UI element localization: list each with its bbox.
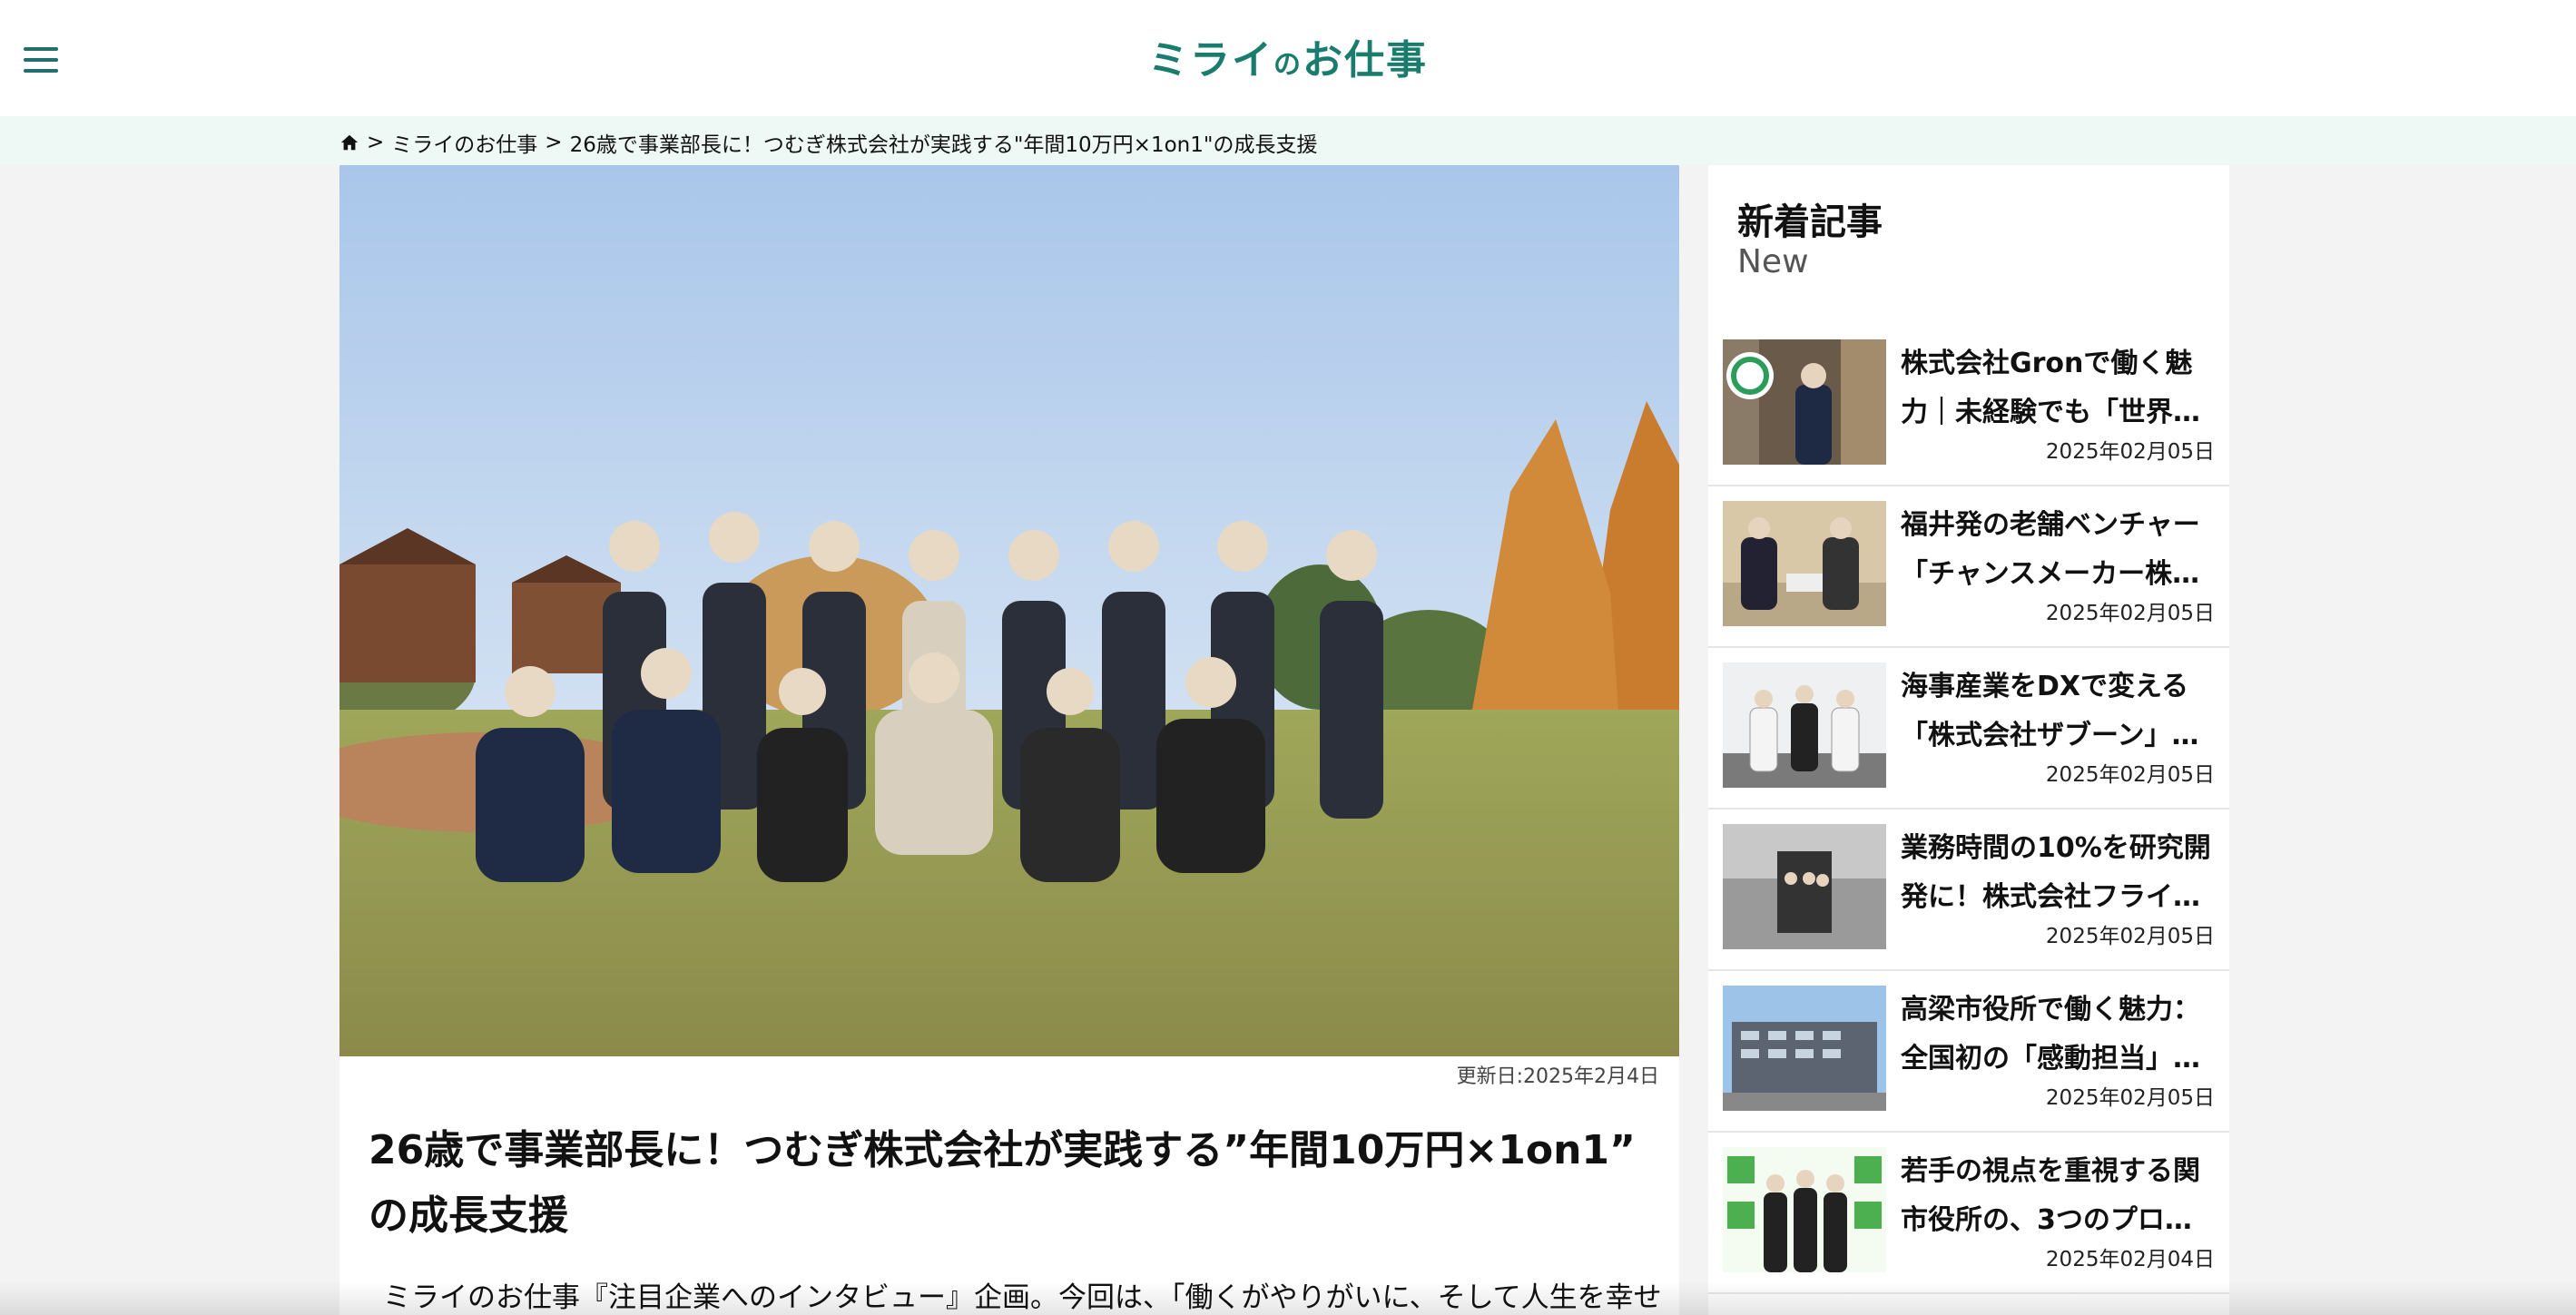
breadcrumb-separator: > [545, 131, 563, 154]
article-date: 2025年02月05日 [2045, 602, 2215, 625]
article-title-link[interactable]: 株式会社Gronで働く魅力｜未経験でも「世界… [1901, 339, 2217, 437]
article-thumbnail[interactable] [1723, 501, 1886, 626]
article-title-link[interactable]: 海事産業をDXで変える「株式会社ザブーン」… [1901, 662, 2217, 761]
article-date: 2025年02月05日 [2045, 763, 2215, 787]
article-thumbnail[interactable] [1723, 986, 1886, 1111]
home-icon[interactable] [339, 132, 359, 152]
list-item[interactable]: 福井発の老舗ベンチャー「チャンスメーカー株… 2025年02月05日 [1708, 486, 2229, 648]
article-date: 2025年02月05日 [2045, 440, 2215, 464]
article-thumbnail[interactable] [1723, 824, 1886, 949]
breadcrumb-link-top[interactable]: ミライのお仕事 [391, 127, 537, 158]
article-title-link[interactable]: 福井発の老舗ベンチャー「チャンスメーカー株… [1901, 501, 2217, 599]
article-title: 26歳で事業部長に！つむぎ株式会社が実践する”年間10万円×1on1” の成長支… [369, 1127, 1636, 1239]
site-header: ミライのお仕事 [0, 0, 2576, 116]
article-lead: ミライのお仕事『注目企業へのインタビュー』企画。今回は、「働くがやりがいに、そし… [383, 1281, 1662, 1314]
article-date: 2025年02月05日 [2045, 1086, 2215, 1110]
list-item[interactable]: 高梁市役所で働く魅力：全国初の「感動担当」… 2025年02月05日 [1708, 971, 2229, 1133]
hero-image [339, 165, 1679, 1056]
article-thumbnail[interactable] [1723, 662, 1886, 788]
site-logo[interactable]: ミライのお仕事 [0, 27, 2576, 85]
article-date: 2025年02月05日 [2045, 925, 2215, 948]
breadcrumb-current: 26歳で事業部長に！つむぎ株式会社が実践する"年間10万円×1on1"の成長支援 [569, 133, 1318, 157]
logo-text-oshigoto: お仕事 [1303, 37, 1428, 83]
breadcrumb-bar: > ミライのお仕事 > 26歳で事業部長に！つむぎ株式会社が実践する"年間10万… [0, 116, 2576, 165]
list-item[interactable]: 株式会社Gronで働く魅力｜未経験でも「世界… 2025年02月05日 [1708, 325, 2229, 486]
article-title-link[interactable]: 若手の視点を重視する関市役所の、3つのプロ… [1901, 1147, 2217, 1245]
updated-date: 更新日:2025年2月4日 [1456, 1065, 1659, 1088]
article-thumbnail[interactable] [1723, 339, 1886, 465]
sidebar-subtitle: New [1737, 243, 1809, 280]
hero-photo-group [339, 165, 1679, 1056]
new-articles-list: 株式会社Gronで働く魅力｜未経験でも「世界… 2025年02月05日 福井発の… [1708, 325, 2229, 1294]
article-main: 更新日:2025年2月4日 26歳で事業部長に！つむぎ株式会社が実践する”年間1… [339, 165, 1679, 1315]
breadcrumb: > ミライのお仕事 > 26歳で事業部長に！つむぎ株式会社が実践する"年間10万… [339, 127, 1317, 158]
logo-text: ミライ [1148, 37, 1273, 83]
article-thumbnail[interactable] [1723, 1147, 1886, 1272]
article-title-link[interactable]: 業務時間の10%を研究開発に！株式会社フライ… [1901, 824, 2217, 922]
list-item[interactable]: 若手の視点を重視する関市役所の、3つのプロ… 2025年02月04日 [1708, 1133, 2229, 1294]
sidebar-title: 新着記事 [1737, 201, 1883, 243]
list-item[interactable]: 業務時間の10%を研究開発に！株式会社フライ… 2025年02月05日 [1708, 810, 2229, 971]
breadcrumb-separator: > [367, 131, 385, 154]
article-title-link[interactable]: 高梁市役所で働く魅力：全国初の「感動担当」… [1901, 986, 2217, 1084]
sidebar-new-articles: 新着記事 New 株式会社Gronで働く魅力｜未経験でも「世界… 2025年02… [1708, 165, 2229, 1315]
article-date: 2025年02月04日 [2045, 1248, 2215, 1271]
logo-text-no: の [1273, 49, 1303, 81]
list-item[interactable]: 海事産業をDXで変える「株式会社ザブーン」… 2025年02月05日 [1708, 648, 2229, 810]
